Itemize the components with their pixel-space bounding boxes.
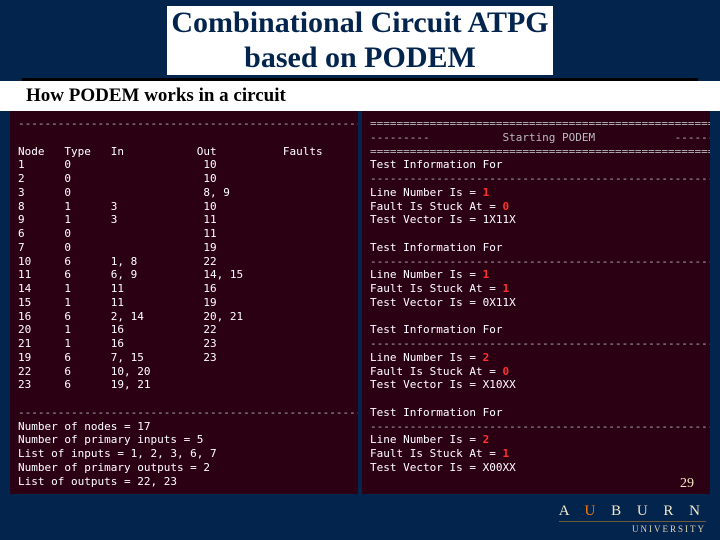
table-header: Node Type In Out Faults bbox=[18, 145, 323, 158]
stuck-value: 1 bbox=[502, 447, 509, 460]
table-row: 19 6 7, 15 23 bbox=[18, 351, 217, 364]
stuck-label: Fault Is Stuck At = bbox=[370, 365, 502, 378]
banner-line: --------- Starting PODEM --------- bbox=[370, 131, 710, 144]
eq-line: ========================================… bbox=[370, 145, 710, 158]
title-line2: based on PODEM bbox=[244, 41, 476, 74]
brand-block: A U B U R N UNIVERSITY bbox=[559, 503, 706, 534]
page-number: 29 bbox=[680, 476, 694, 492]
line-no-value: 1 bbox=[483, 268, 490, 281]
title-line1: Combinational Circuit ATPG bbox=[171, 6, 548, 39]
left-terminal: ----------------------------------------… bbox=[10, 111, 358, 494]
stat-line: Number of primary inputs = 5 bbox=[18, 433, 203, 446]
test-header: Test Information For bbox=[370, 406, 502, 419]
slide-title: Combinational Circuit ATPG based on PODE… bbox=[167, 6, 552, 78]
line-no-label: Line Number Is = bbox=[370, 268, 483, 281]
table-row: 11 6 6, 9 14, 15 bbox=[18, 268, 243, 281]
stuck-value: 0 bbox=[502, 365, 509, 378]
test-header: Test Information For bbox=[370, 158, 502, 171]
stuck-label: Fault Is Stuck At = bbox=[370, 447, 502, 460]
table-row: 14 1 11 16 bbox=[18, 282, 217, 295]
line-no-label: Line Number Is = bbox=[370, 186, 483, 199]
dash-line: ----------------------------------------… bbox=[370, 255, 710, 268]
eq-line: ========================================… bbox=[370, 117, 710, 130]
test-header: Test Information For bbox=[370, 323, 502, 336]
vector-line: Test Vector Is = 0X11X bbox=[370, 296, 516, 309]
dash-line: ----------------------------------------… bbox=[370, 172, 710, 185]
brand-university: UNIVERSITY bbox=[559, 521, 706, 534]
table-row: 6 0 11 bbox=[18, 227, 217, 240]
subtitle: How PODEM works in a circuit bbox=[0, 81, 720, 111]
table-row: 8 1 3 10 bbox=[18, 200, 217, 213]
line-no-value: 2 bbox=[483, 433, 490, 446]
table-row: 10 6 1, 8 22 bbox=[18, 255, 217, 268]
line-no-value: 1 bbox=[483, 186, 490, 199]
stuck-value: 1 bbox=[502, 282, 509, 295]
table-row: 9 1 3 11 bbox=[18, 213, 217, 226]
terminal-panels: ----------------------------------------… bbox=[0, 111, 720, 494]
table-row: 2 0 10 bbox=[18, 172, 217, 185]
stuck-label: Fault Is Stuck At = bbox=[370, 282, 502, 295]
line-no-label: Line Number Is = bbox=[370, 433, 483, 446]
brand-letters: A U B U R N bbox=[559, 503, 706, 520]
test-header: Test Information For bbox=[370, 241, 502, 254]
title-area: Combinational Circuit ATPG based on PODE… bbox=[0, 0, 720, 78]
table-row: 7 0 19 bbox=[18, 241, 217, 254]
dash-line: ----------------------------------------… bbox=[370, 420, 710, 433]
line-no-value: 2 bbox=[483, 351, 490, 364]
line-no-label: Line Number Is = bbox=[370, 351, 483, 364]
table-row: 15 1 11 19 bbox=[18, 296, 217, 309]
table-row: 22 6 10, 20 bbox=[18, 365, 150, 378]
stat-line: Number of nodes = 17 bbox=[18, 420, 150, 433]
table-row: 16 6 2, 14 20, 21 bbox=[18, 310, 243, 323]
vector-line: Test Vector Is = X10XX bbox=[370, 378, 516, 391]
table-row: 1 0 10 bbox=[18, 158, 217, 171]
table-row: 21 1 16 23 bbox=[18, 337, 217, 350]
vector-line: Test Vector Is = X00XX bbox=[370, 461, 516, 474]
stat-line: List of inputs = 1, 2, 3, 6, 7 bbox=[18, 447, 217, 460]
right-terminal: ========================================… bbox=[362, 111, 710, 494]
dash-line: ----------------------------------------… bbox=[370, 337, 710, 350]
table-row: 20 1 16 22 bbox=[18, 323, 217, 336]
vector-line: Test Vector Is = 1X11X bbox=[370, 213, 516, 226]
table-row: 3 0 8, 9 bbox=[18, 186, 230, 199]
stuck-label: Fault Is Stuck At = bbox=[370, 200, 502, 213]
dash-line: ----------------------------------------… bbox=[18, 406, 358, 419]
dash-line: ----------------------------------------… bbox=[18, 117, 358, 130]
table-row: 23 6 19, 21 bbox=[18, 378, 150, 391]
stuck-value: 0 bbox=[502, 200, 509, 213]
stat-line: List of outputs = 22, 23 bbox=[18, 475, 177, 488]
stat-line: Number of primary outputs = 2 bbox=[18, 461, 210, 474]
